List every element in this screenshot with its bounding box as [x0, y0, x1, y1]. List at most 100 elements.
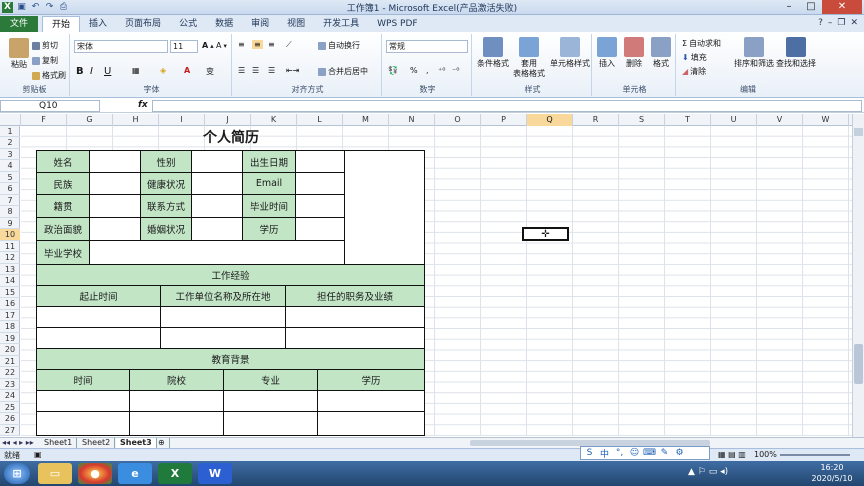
vertical-scrollbar[interactable] [852, 114, 864, 437]
row-header-19[interactable]: 19 [0, 333, 20, 345]
clear-button[interactable]: ◢ 清除 [682, 66, 706, 77]
help-icon[interactable]: ? [818, 18, 823, 28]
ime-logo-icon[interactable]: S [583, 448, 596, 458]
row-header-17[interactable]: 17 [0, 310, 20, 322]
align-middle-icon[interactable]: ≡ [252, 40, 263, 49]
column-header-v[interactable]: V [757, 114, 803, 126]
row-header-25[interactable]: 25 [0, 402, 20, 414]
value-contact[interactable] [191, 194, 243, 218]
work-col-period[interactable]: 起止时间 [36, 285, 161, 307]
value-birth[interactable] [295, 150, 345, 173]
sort-filter-button[interactable]: 排序和筛选 [734, 37, 774, 69]
row-header-10[interactable]: 10 [0, 229, 20, 241]
row-header-5[interactable]: 5 [0, 172, 20, 184]
column-header-p[interactable]: P [481, 114, 527, 126]
format-cells-button[interactable]: 格式 [648, 37, 674, 69]
sheet-nav-arrows-icon[interactable]: ◂◂ ◂ ▸ ▸▸ [2, 438, 34, 447]
work-cell[interactable] [285, 327, 425, 349]
work-cell[interactable] [160, 306, 286, 328]
label-grad-time[interactable]: 毕业时间 [242, 194, 296, 218]
row-header-11[interactable]: 11 [0, 241, 20, 253]
edu-cell[interactable] [223, 411, 318, 436]
row-header-24[interactable]: 24 [0, 390, 20, 402]
row-header-21[interactable]: 21 [0, 356, 20, 368]
tab-home[interactable]: 开始 [42, 16, 81, 32]
font-name-combo[interactable]: 宋体 [74, 40, 168, 53]
column-header-k[interactable]: K [251, 114, 297, 126]
font-grow-icon[interactable]: A ▴ [202, 41, 214, 50]
resume-title[interactable]: 个人简历 [181, 126, 281, 147]
column-header-t[interactable]: T [665, 114, 711, 126]
tab-wps-pdf[interactable]: WPS PDF [368, 16, 426, 32]
column-header-r[interactable]: R [573, 114, 619, 126]
formula-input[interactable] [152, 100, 862, 112]
edu-cell[interactable] [223, 390, 318, 412]
tab-formulas[interactable]: 公式 [170, 16, 206, 32]
column-header-m[interactable]: M [343, 114, 389, 126]
value-ethnic[interactable] [89, 172, 141, 195]
maximize-button[interactable]: □ [800, 0, 822, 14]
scroll-up-icon[interactable] [854, 128, 863, 136]
label-gender[interactable]: 性别 [140, 150, 192, 173]
value-marital[interactable] [191, 217, 243, 241]
wps-icon[interactable]: W [198, 463, 232, 484]
row-header-9[interactable]: 9 [0, 218, 20, 230]
column-header-s[interactable]: S [619, 114, 665, 126]
work-header[interactable]: 工作经验 [36, 264, 425, 286]
row-header-2[interactable]: 2 [0, 137, 20, 149]
edu-col-degree[interactable]: 学历 [317, 369, 425, 391]
tab-developer[interactable]: 开发工具 [314, 16, 368, 32]
row-header-14[interactable]: 14 [0, 275, 20, 287]
value-grad-time[interactable] [295, 194, 345, 218]
cut-button[interactable]: 剪切 [32, 40, 58, 51]
column-header-u[interactable]: U [711, 114, 757, 126]
value-degree[interactable] [295, 217, 345, 241]
ime-punctuation-icon[interactable]: °, [613, 448, 626, 458]
tray-icons[interactable]: ▲ ⚐ ▭ ◂) [688, 467, 728, 477]
column-header-l[interactable]: L [297, 114, 343, 126]
italic-button[interactable]: I [90, 66, 93, 77]
align-top-icon[interactable]: ≡ [238, 40, 245, 49]
cell-styles-button[interactable]: 单元格样式 [548, 37, 592, 69]
autosum-button[interactable]: Σ 自动求和 [682, 38, 721, 49]
save-icon[interactable]: ▣ [16, 2, 27, 13]
column-header-w[interactable]: W [803, 114, 849, 126]
row-header-8[interactable]: 8 [0, 206, 20, 218]
orientation-icon[interactable]: ⟋ [286, 40, 292, 50]
zoom-level[interactable]: 100% [754, 450, 777, 459]
tab-file[interactable]: 文件 [0, 16, 39, 32]
ime-tools-icon[interactable]: ⚙ [673, 448, 686, 458]
edu-cell[interactable] [36, 411, 130, 436]
find-select-button[interactable]: 查找和选择 [776, 37, 816, 69]
row-header-13[interactable]: 13 [0, 264, 20, 276]
value-political[interactable] [89, 217, 141, 241]
tab-insert[interactable]: 插入 [80, 16, 116, 32]
name-box[interactable]: Q10 [0, 100, 100, 112]
border-icon[interactable]: ▦ [132, 66, 140, 75]
increase-decimal-icon[interactable]: ⁺⁰ [438, 66, 445, 75]
row-header-1[interactable]: 1 [0, 126, 20, 138]
window-close-icon[interactable]: ✕ [850, 18, 858, 28]
ribbon-minimize-icon[interactable]: – [828, 18, 833, 28]
comma-icon[interactable]: , [426, 66, 429, 75]
worksheet-grid[interactable]: 个人简历 姓名 性别 出生日期 民族 健康状况 Email 籍贯 联系方式 毕业… [21, 126, 852, 436]
minimize-button[interactable]: – [778, 0, 800, 14]
column-header-o[interactable]: O [435, 114, 481, 126]
align-center-icon[interactable]: ☰ [252, 66, 259, 75]
column-header-j[interactable]: J [205, 114, 251, 126]
sheet-tab-3[interactable]: Sheet3 [116, 438, 157, 448]
wrap-text-button[interactable]: 自动换行 [318, 40, 360, 51]
ime-emoji-icon[interactable]: ☺ [628, 448, 641, 458]
edu-cell[interactable] [317, 390, 425, 412]
active-cell-q10[interactable]: ✛ [522, 227, 569, 241]
edu-col-time[interactable]: 时间 [36, 369, 130, 391]
align-bottom-icon[interactable]: ≡ [268, 40, 275, 49]
fill-color-icon[interactable]: ◈ [160, 66, 166, 75]
select-all-corner[interactable] [0, 114, 21, 126]
column-header-h[interactable]: H [113, 114, 159, 126]
work-col-duties[interactable]: 担任的职务及业绩 [285, 285, 425, 307]
align-right-icon[interactable]: ☰ [268, 66, 275, 75]
row-header-23[interactable]: 23 [0, 379, 20, 391]
photo-area[interactable] [344, 150, 425, 265]
edu-col-school[interactable]: 院校 [129, 369, 224, 391]
